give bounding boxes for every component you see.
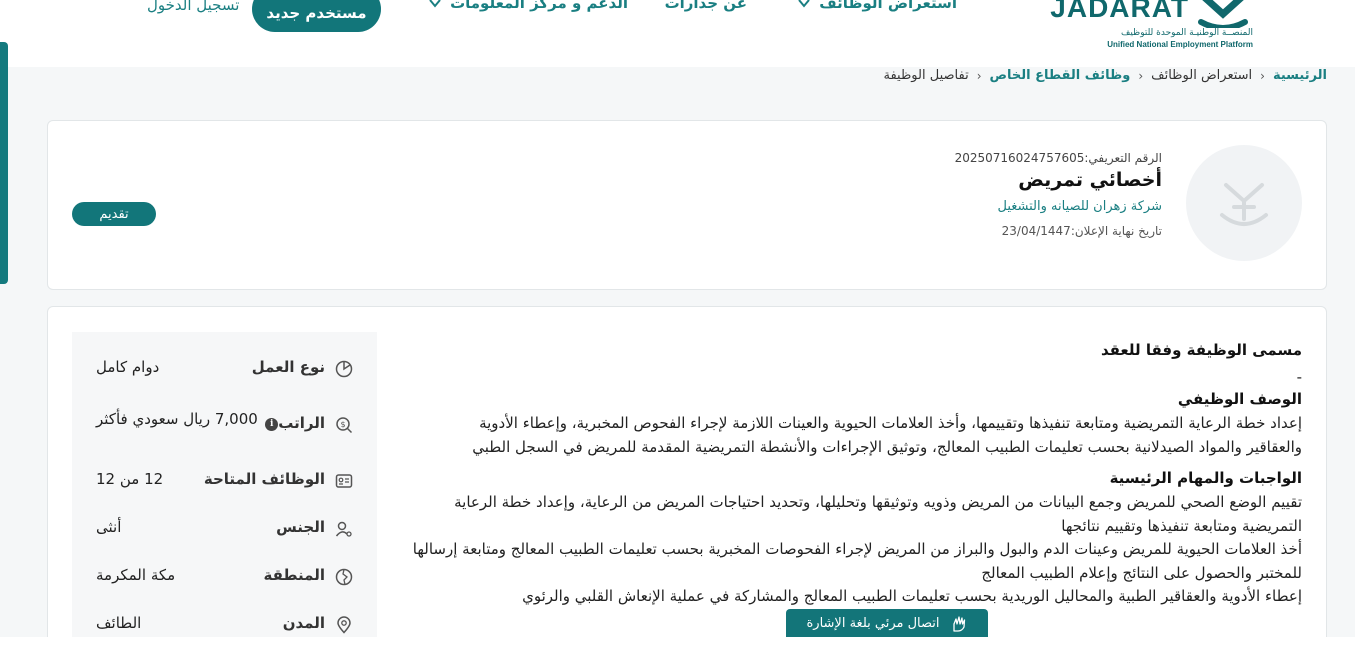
duty-line: إعطاء الأدوية والعقاقير الطبية والمحاليل… xyxy=(522,587,1302,605)
sign-language-call-button[interactable]: اتصال مرئي بلغة الإشارة xyxy=(786,609,988,638)
company-placeholder-logo-icon xyxy=(1186,145,1302,261)
location-pin-icon xyxy=(337,616,351,634)
job-description-line: والعقاقير والمواد الصيدلانية بحسب تعليما… xyxy=(472,437,1302,456)
logo-wordmark: JADARAT xyxy=(1050,0,1189,23)
chevron-down-icon xyxy=(798,0,810,8)
logo-english-tagline: Unified National Employment Platform xyxy=(1107,40,1253,49)
duty-line: التمريضية ومتابعة تنفيذها وتقييم نتائجها xyxy=(1061,516,1302,535)
contract-title-heading: مسمى الوظيفة وفقا للعقد xyxy=(1100,341,1302,359)
attr-work-type: نوع العمل دوام كامل xyxy=(72,354,377,384)
company-emblem-icon xyxy=(1220,183,1268,226)
duty-line: للمختبر والحصول على النتائج وإعلام الطبي… xyxy=(981,563,1302,582)
attr-value: 7,000 ريال سعودي فأكثر xyxy=(96,410,258,428)
duty-line: أخذ العلامات الحيوية للمريض وعينات الدم … xyxy=(412,540,1302,558)
attr-region: المنطقة مكة المكرمة xyxy=(72,562,377,592)
attr-label: نوع العمل xyxy=(251,358,325,376)
chevron-down-icon xyxy=(429,0,441,8)
page-scroll-indicator[interactable] xyxy=(0,42,8,284)
attr-value: الطائف xyxy=(96,614,142,632)
attr-value: 12 من 12 xyxy=(96,470,164,488)
announcement-deadline: تاريخ نهاية الإعلان:23/04/1447 xyxy=(1001,224,1162,238)
nav-support-label: الدعم و مركز المعلومات xyxy=(450,0,628,12)
job-description-heading: الوصف الوظيفي xyxy=(1177,390,1302,408)
job-id: الرقم التعريفي:20250716024757605 xyxy=(954,151,1162,165)
breadcrumb-separator-icon: ‹ xyxy=(1260,68,1265,83)
breadcrumb-separator-icon: ‹ xyxy=(1138,68,1144,83)
attr-value: دوام كامل xyxy=(96,358,160,376)
job-description-line: إعداد خطة الرعاية التمريضية ومتابعة تنفي… xyxy=(479,414,1302,432)
info-icon[interactable]: i xyxy=(265,417,279,431)
site-header: JADARAT المنصــة الوطنيـة الموحدة للتوظي… xyxy=(0,0,1355,67)
duty-line: تقييم الوضع الصحي للمريض وجمع البيانات م… xyxy=(454,493,1302,511)
money-search-icon: $ xyxy=(336,417,353,434)
page-bottom-strip xyxy=(0,637,1355,649)
attr-label: الراتبi xyxy=(261,414,325,432)
job-details-card: مسمى الوظيفة وفقا للعقد - الوصف الوظيفي … xyxy=(47,306,1327,649)
job-description-section: مسمى الوظيفة وفقا للعقد - الوصف الوظيفي … xyxy=(387,341,1302,609)
job-info: الرقم التعريفي:20250716024757605 أخصائي … xyxy=(955,151,1162,238)
logo-emblem-icon xyxy=(1198,0,1248,28)
jadarat-logo[interactable]: JADARAT المنصــة الوطنيـة الموحدة للتوظي… xyxy=(1050,0,1253,56)
pie-chart-icon xyxy=(335,360,353,378)
logo-arabic-tagline: المنصــة الوطنيـة الموحدة للتوظيف xyxy=(1121,28,1253,38)
breadcrumb-current: تفاصيل الوظيفة xyxy=(883,68,969,83)
nav-support-center[interactable]: الدعم و مركز المعلومات xyxy=(428,0,628,12)
map-region-icon xyxy=(335,568,353,586)
svg-text:$: $ xyxy=(340,420,345,429)
attr-salary: $ الراتبi 7,000 ريال سعودي فأكثر xyxy=(72,406,377,450)
nav-browse-jobs[interactable]: استعراض الوظائف xyxy=(797,0,957,12)
job-summary-card: الرقم التعريفي:20250716024757605 أخصائي … xyxy=(47,120,1327,290)
attr-label: المدن xyxy=(282,614,325,632)
contract-title-value: - xyxy=(1296,368,1302,386)
attr-gender: الجنس أنثى xyxy=(72,514,377,544)
duties-heading: الواجبات والمهام الرئيسية xyxy=(1109,469,1302,487)
attr-label: الوظائف المتاحة xyxy=(203,470,325,488)
breadcrumb-private-sector[interactable]: وظائف القطاع الخاص xyxy=(990,68,1131,83)
nav-about-label: عن جدارات xyxy=(664,0,747,12)
attr-available-jobs: الوظائف المتاحة 12 من 12 xyxy=(72,466,377,496)
apply-button[interactable]: تقديم xyxy=(72,202,156,226)
new-user-button[interactable]: مستخدم جديد xyxy=(252,0,381,32)
breadcrumb-browse-jobs[interactable]: استعراض الوظائف xyxy=(1151,68,1252,83)
nav-about-jadarat[interactable]: عن جدارات xyxy=(665,0,747,12)
attr-label: الجنس xyxy=(276,518,325,536)
company-name-link[interactable]: شركة زهران للصيانه والتشغيل xyxy=(955,199,1162,214)
id-card-icon xyxy=(335,474,353,488)
sign-language-label: اتصال مرئي بلغة الإشارة xyxy=(806,616,940,631)
breadcrumb-separator-icon: ‹ xyxy=(976,68,982,83)
nav-browse-jobs-label: استعراض الوظائف xyxy=(819,0,957,12)
attr-value: مكة المكرمة xyxy=(96,566,176,584)
login-link[interactable]: تسجيل الدخول xyxy=(147,0,239,14)
attr-value: أنثى xyxy=(96,518,122,536)
sign-language-hand-icon xyxy=(952,615,965,632)
job-title: أخصائي تمريض xyxy=(1018,169,1162,191)
breadcrumb: الرئيسية ‹ استعراض الوظائف ‹ وظائف القطا… xyxy=(883,68,1327,83)
attr-label: المنطقة xyxy=(263,566,325,584)
attr-cities: المدن الطائف xyxy=(72,610,377,640)
user-gender-icon xyxy=(335,521,352,537)
breadcrumb-home[interactable]: الرئيسية xyxy=(1273,68,1327,83)
job-attributes-panel: نوع العمل دوام كامل $ الراتبi 7,000 ريال… xyxy=(72,332,377,649)
